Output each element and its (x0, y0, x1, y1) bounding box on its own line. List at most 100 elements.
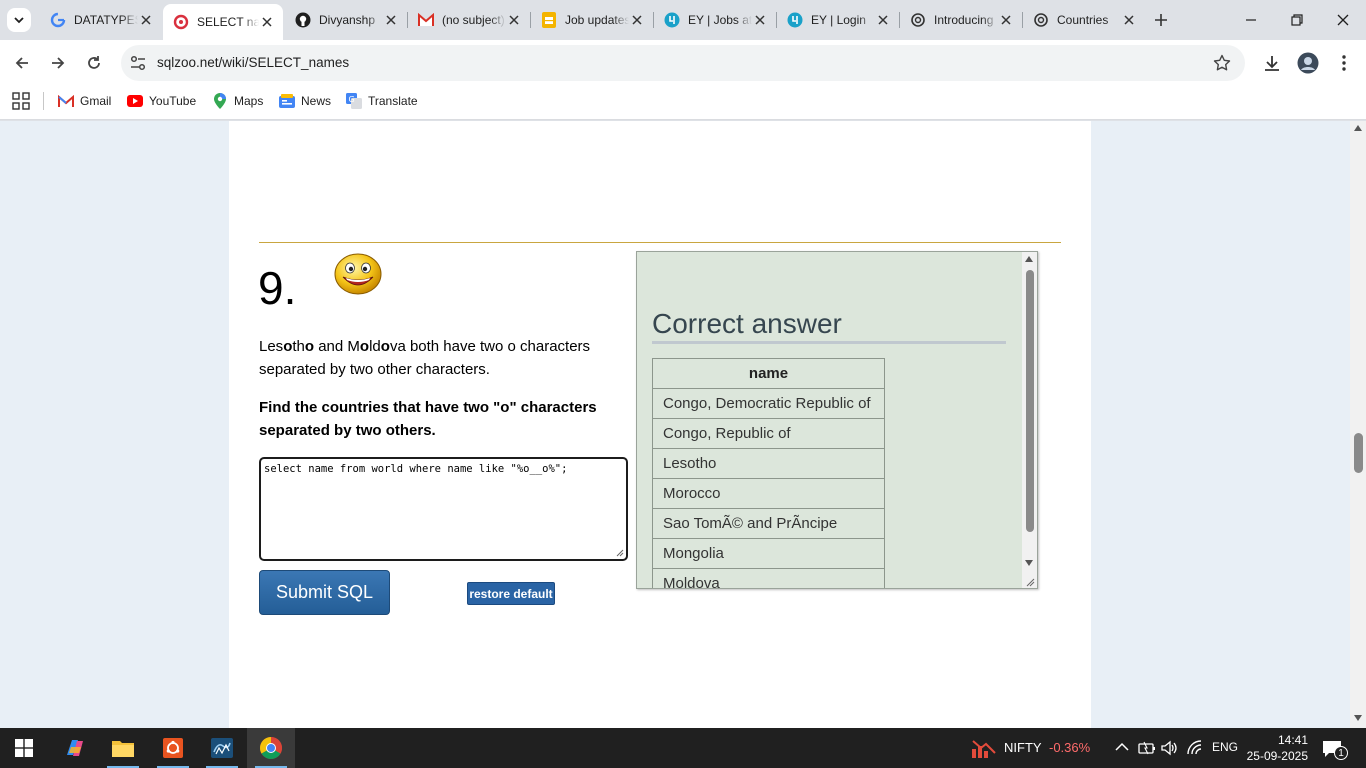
tab-gmail[interactable]: (no subject) (408, 4, 530, 36)
tab-github[interactable]: Divyanshp (285, 4, 407, 36)
downloads-button[interactable] (1258, 49, 1286, 77)
tab-ey-login[interactable]: EY | Login (777, 4, 899, 36)
tab-countries[interactable]: Countries (1023, 4, 1145, 36)
address-bar[interactable]: sqlzoo.net/wiki/SELECT_names (121, 45, 1245, 81)
bookmark-maps[interactable]: Maps (212, 91, 263, 111)
smiley-face-icon (334, 253, 382, 295)
site-settings-icon[interactable] (129, 54, 147, 72)
bookmark-translate[interactable]: G Translate (346, 91, 418, 111)
scroll-up-icon[interactable] (1025, 256, 1033, 262)
tab-select-names[interactable]: SELECT names (163, 4, 283, 40)
svg-text:G: G (349, 95, 355, 104)
table-cell: Morocco (652, 478, 885, 509)
browser-toolbar: sqlzoo.net/wiki/SELECT_names (0, 40, 1366, 86)
intro-text: ld (369, 338, 381, 355)
bookmark-gmail[interactable]: Gmail (58, 91, 111, 111)
notification-center[interactable]: 1 (1320, 738, 1350, 760)
openai-icon (1033, 12, 1049, 28)
wifi-icon[interactable] (1187, 740, 1205, 756)
correct-answer-panel[interactable]: Correct answer name Congo, Democratic Re… (636, 251, 1038, 589)
language-indicator[interactable]: ENG (1212, 740, 1238, 754)
intro-text: Les (259, 338, 284, 355)
scroll-down-icon[interactable] (1025, 560, 1033, 566)
highlight-o: o (380, 338, 390, 355)
taskbar-chrome[interactable] (247, 728, 295, 768)
translate-icon: G (346, 93, 362, 109)
bookmark-star-icon[interactable] (1213, 54, 1231, 72)
chevron-down-icon (14, 17, 24, 24)
tab-job-updates[interactable]: Job updates (531, 4, 653, 36)
tab-search-button[interactable] (7, 8, 31, 32)
tab-introducing[interactable]: Introducing (900, 4, 1022, 36)
back-button[interactable] (8, 49, 36, 77)
scroll-up-icon[interactable] (1354, 125, 1362, 131)
answer-panel-scrollbar[interactable] (1022, 252, 1037, 588)
youtube-icon (127, 93, 143, 109)
table-cell: Mongolia (652, 538, 885, 569)
close-icon[interactable] (998, 12, 1014, 28)
start-button[interactable] (0, 728, 48, 768)
market-name[interactable]: NIFTY (1004, 740, 1042, 755)
table-row: Lesotho (652, 448, 885, 479)
close-icon[interactable] (1121, 12, 1137, 28)
new-tab-button[interactable] (1150, 9, 1172, 31)
page-scrollbar[interactable] (1350, 121, 1366, 728)
restore-button[interactable] (1274, 0, 1320, 40)
sql-query-text[interactable]: select name from world where name like "… (264, 463, 567, 475)
tab-title: DATATYPES (74, 13, 138, 27)
minimize-button[interactable] (1228, 0, 1274, 40)
table-row: Morocco (652, 478, 885, 509)
reload-button[interactable] (80, 49, 108, 77)
highlight-o: o (304, 338, 315, 355)
profile-button[interactable] (1294, 49, 1322, 77)
clock[interactable]: 14:41 25-09-2025 (1246, 732, 1308, 764)
resize-grip-icon[interactable] (1026, 578, 1035, 587)
tab-ey-jobs[interactable]: EY | Jobs at (654, 4, 776, 36)
table-cell: Congo, Republic of (652, 418, 885, 449)
notification-badge: 1 (1334, 746, 1348, 760)
google-icon (50, 12, 66, 28)
close-window-button[interactable] (1320, 0, 1366, 40)
scrollbar-thumb[interactable] (1354, 433, 1363, 473)
tab-title: (no subject) (442, 13, 505, 27)
close-icon[interactable] (259, 14, 275, 30)
taskbar-file-explorer[interactable] (99, 728, 147, 768)
github-icon (295, 12, 311, 28)
scroll-down-icon[interactable] (1354, 715, 1362, 721)
question-task: Find the countries that have two "o" cha… (259, 399, 597, 439)
apps-grid-icon[interactable] (12, 92, 30, 110)
bookmark-label: Translate (368, 94, 418, 108)
table-row: Congo, Republic of (652, 418, 885, 449)
bookmark-youtube[interactable]: YouTube (127, 91, 196, 111)
close-icon[interactable] (752, 12, 768, 28)
gmail-icon (418, 12, 434, 28)
tab-title: Job updates (565, 13, 629, 27)
forward-button[interactable] (44, 49, 72, 77)
volume-icon[interactable] (1161, 740, 1179, 756)
taskbar-ubuntu[interactable] (149, 728, 197, 768)
battery-icon[interactable] (1138, 740, 1156, 756)
restore-window-icon (1291, 14, 1303, 26)
close-icon[interactable] (383, 12, 399, 28)
sqlzoo-icon (173, 14, 189, 30)
close-icon (1337, 14, 1349, 26)
resize-grip-icon[interactable] (616, 549, 624, 557)
sql-editor[interactable]: select name from world where name like "… (259, 457, 628, 561)
close-icon[interactable] (138, 12, 154, 28)
clock-time: 14:41 (1277, 733, 1308, 747)
submit-sql-button[interactable]: Submit SQL (259, 570, 390, 615)
taskbar-mysql-workbench[interactable] (198, 728, 246, 768)
close-icon[interactable] (629, 12, 645, 28)
restore-default-button[interactable]: restore default (467, 582, 555, 605)
close-icon[interactable] (875, 12, 891, 28)
intro-text: th (292, 338, 305, 355)
intro-text: and M (314, 338, 360, 355)
chevron-up-icon[interactable] (1115, 742, 1129, 752)
chrome-menu-button[interactable] (1330, 49, 1358, 77)
market-change[interactable]: -0.36% (1049, 740, 1090, 755)
tab-datatypes[interactable]: DATATYPES (40, 4, 162, 36)
bookmark-news[interactable]: News (279, 91, 331, 111)
scrollbar-thumb[interactable] (1026, 270, 1034, 532)
close-icon[interactable] (506, 12, 522, 28)
taskbar-copilot[interactable] (51, 728, 99, 768)
